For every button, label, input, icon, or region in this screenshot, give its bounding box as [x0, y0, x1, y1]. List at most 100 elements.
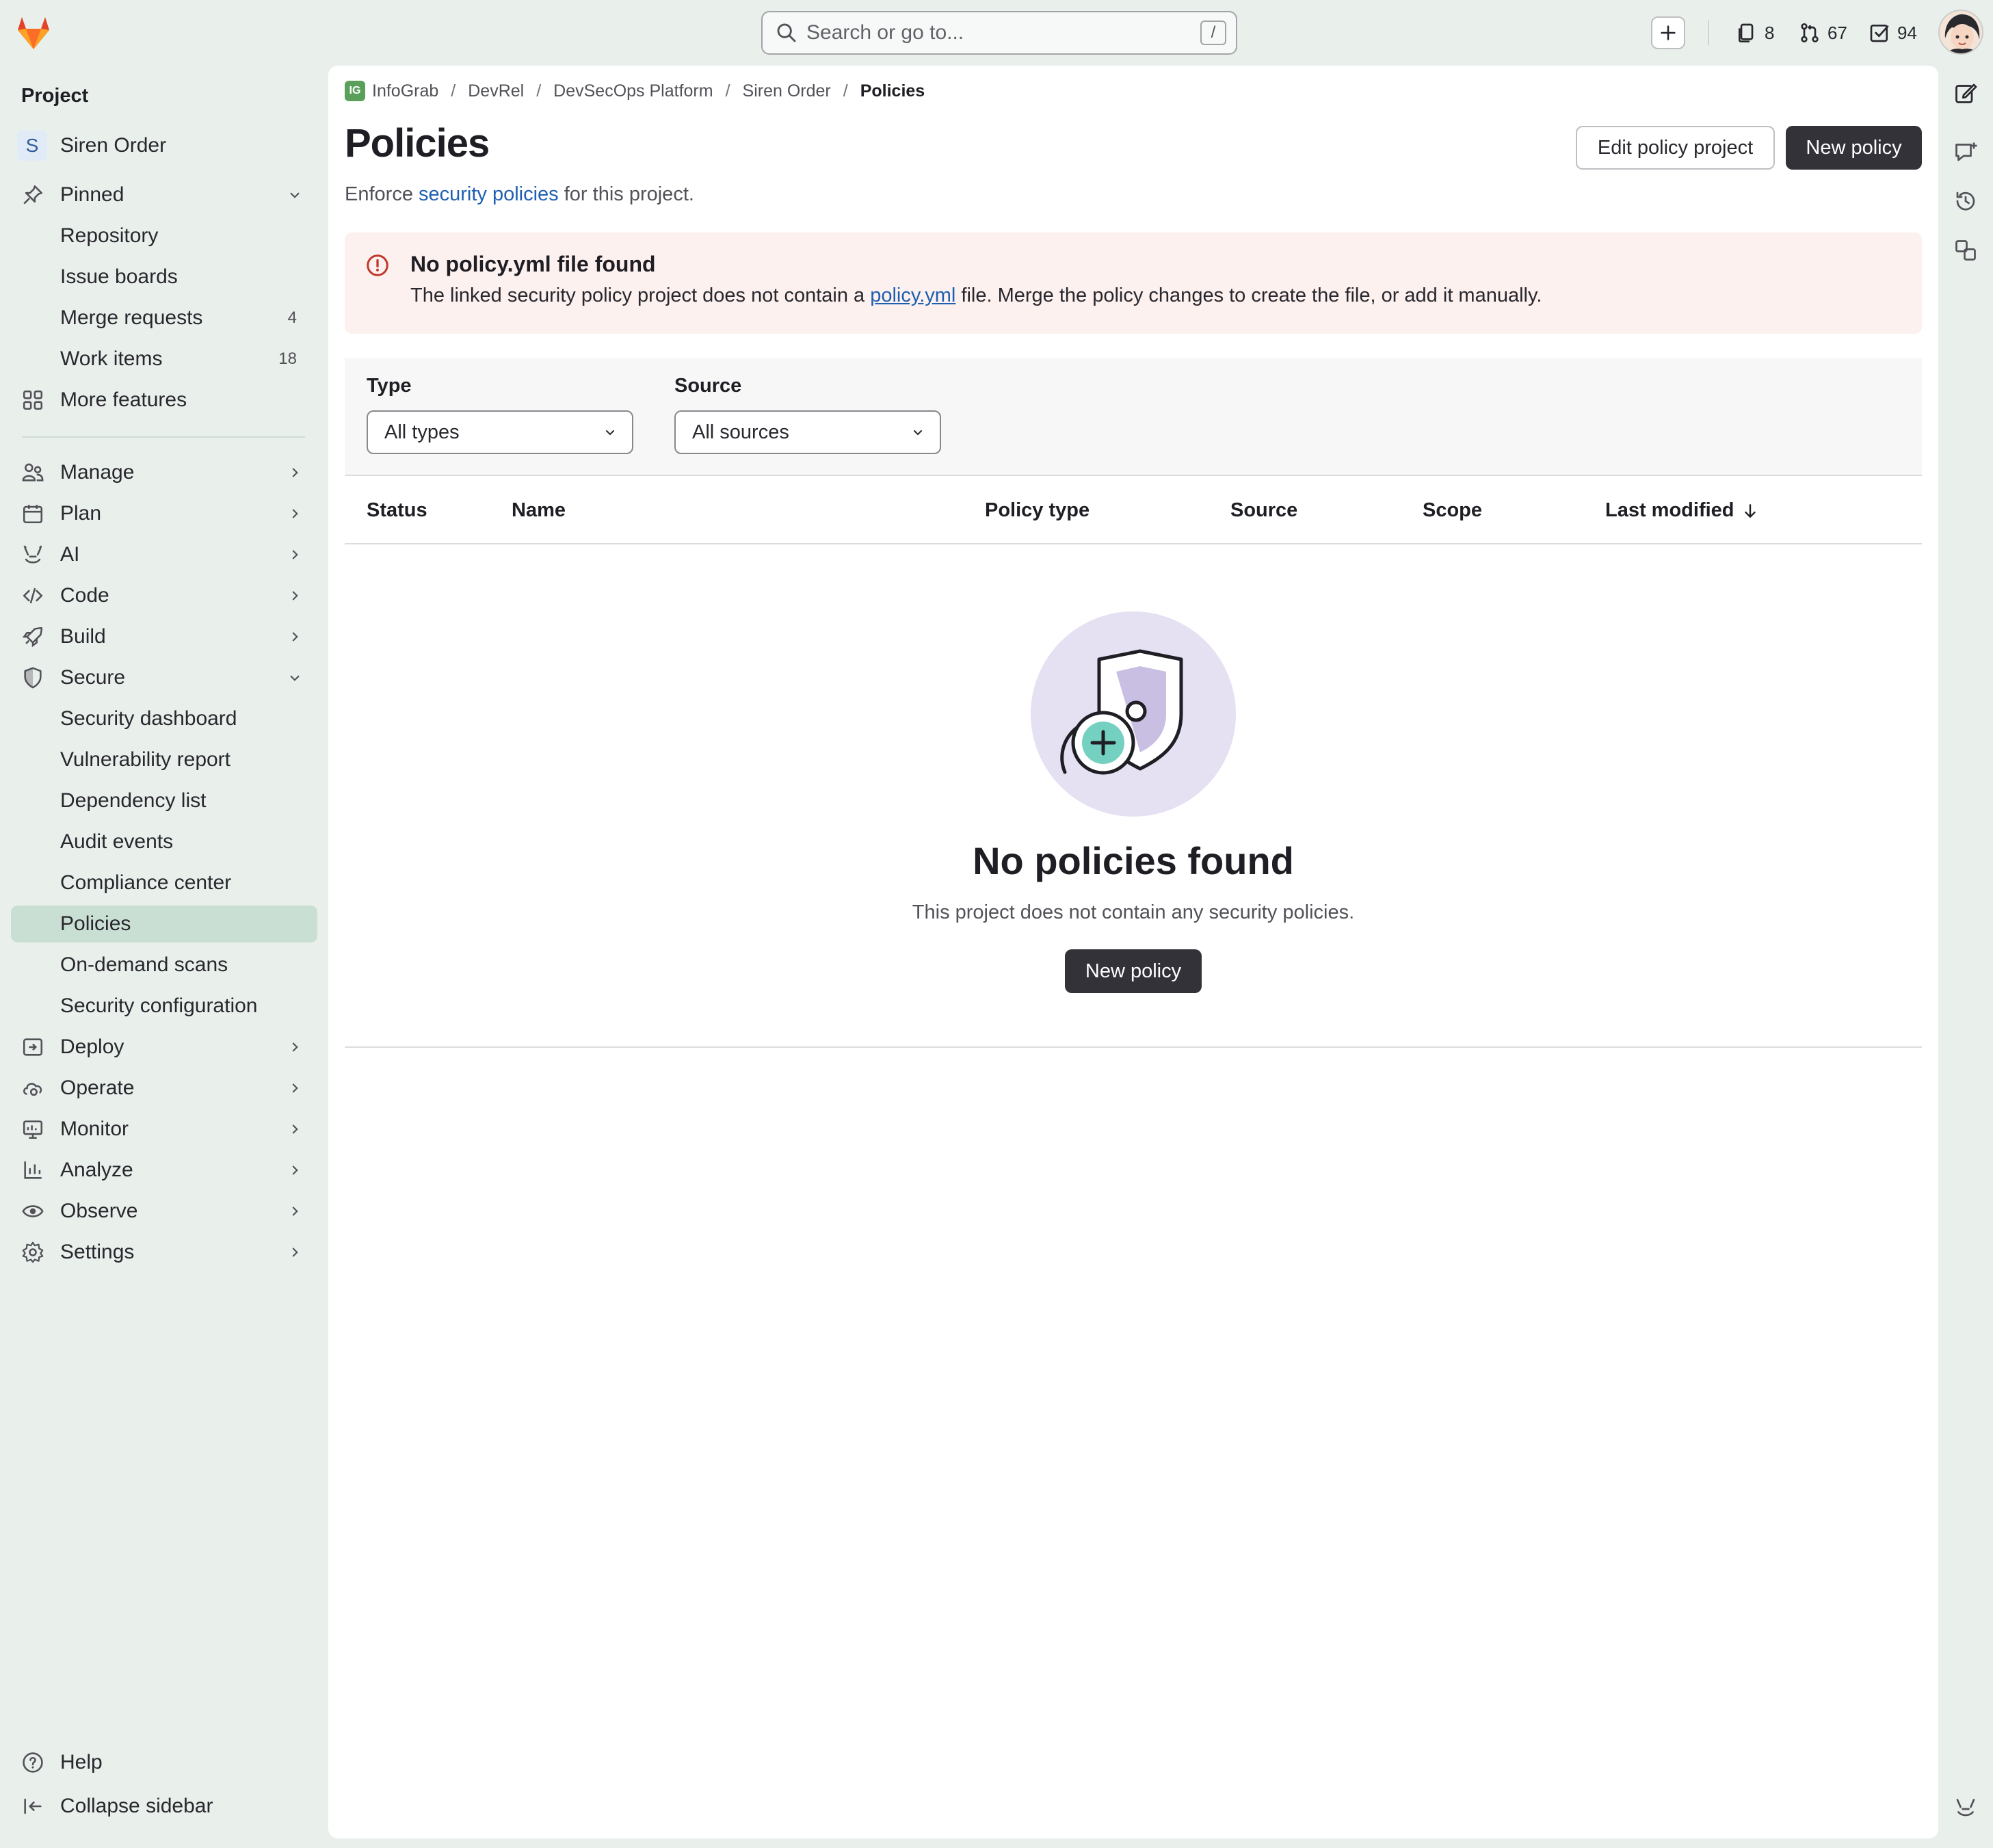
sort-descending-icon [1744, 503, 1756, 518]
sidebar-item-label: Merge requests [60, 306, 203, 329]
column-header-scope: Scope [1423, 499, 1483, 521]
shield-illustration-icon [1031, 611, 1236, 817]
chevron-right-icon [292, 468, 298, 477]
sidebar-section-observe[interactable]: Observe [11, 1193, 317, 1230]
deploy-icon [23, 1038, 43, 1056]
column-header-last-modified[interactable]: Last modified [1605, 499, 1759, 522]
duo-chat-icon[interactable] [1953, 1795, 1978, 1819]
sidebar-item-label: Policies [60, 912, 131, 935]
security-policies-link[interactable]: security policies [419, 183, 559, 205]
sidebar-item-issue-boards[interactable]: Issue boards [11, 259, 317, 295]
sidebar-section-label: Monitor [60, 1118, 129, 1140]
sidebar-item-policies[interactable]: Policies [11, 906, 317, 942]
sidebar-section-build[interactable]: Build [11, 618, 317, 655]
gitlab-logo-icon[interactable] [15, 15, 52, 51]
chevron-right-icon [292, 1042, 298, 1052]
policy-filters: Type All types Source All sources [345, 358, 1922, 476]
sidebar-item-repository[interactable]: Repository [11, 217, 317, 254]
sidebar-section-operate[interactable]: Operate [11, 1070, 317, 1107]
policies-table-header: Status Name Policy type Source Scope Las… [345, 477, 1922, 544]
sidebar-section-settings[interactable]: Settings [11, 1234, 317, 1271]
sidebar-section-label: Build [60, 625, 106, 648]
chevron-right-icon [292, 1083, 298, 1093]
sidebar-item-security-configuration[interactable]: Security configuration [11, 988, 317, 1025]
column-header-name: Name [512, 499, 566, 521]
search-icon [777, 23, 796, 42]
user-avatar[interactable] [1938, 10, 1983, 55]
work-items-badge: 18 [278, 349, 297, 368]
snippet-icon[interactable] [1953, 238, 1978, 263]
search-placeholder: Search or go to... [806, 21, 964, 44]
sidebar-item-on-demand-scans[interactable]: On-demand scans [11, 947, 317, 984]
breadcrumb-item[interactable]: DevRel [468, 81, 524, 101]
breadcrumb-item[interactable]: DevSecOps Platform [553, 81, 713, 101]
sidebar-item-vulnerability-report[interactable]: Vulnerability report [11, 741, 317, 778]
merge-requests-counter[interactable]: 67 [1799, 19, 1847, 47]
breadcrumb: IG InfoGrab / DevRel / DevSecOps Platfor… [345, 81, 925, 101]
todos-count: 94 [1897, 22, 1917, 43]
sidebar-item-merge-requests[interactable]: Merge requests 4 [11, 300, 317, 336]
column-header-label: Last modified [1605, 499, 1734, 521]
edit-icon[interactable] [1953, 81, 1978, 105]
sidebar-section-manage[interactable]: Manage [11, 454, 317, 491]
source-filter-value: All sources [692, 421, 789, 443]
chevron-right-icon [292, 1124, 298, 1134]
sidebar-item-audit-events[interactable]: Audit events [11, 823, 317, 860]
sidebar-section-secure[interactable]: Secure [11, 659, 317, 696]
sidebar-item-more-features[interactable]: More features [11, 382, 317, 419]
breadcrumb-item[interactable]: Siren Order [743, 81, 831, 101]
sidebar-section-plan[interactable]: Plan [11, 495, 317, 532]
todos-counter[interactable]: 94 [1869, 19, 1917, 47]
merge-requests-count: 67 [1827, 22, 1847, 43]
create-new-button[interactable] [1651, 16, 1685, 49]
page-description-prefix: Enforce [345, 183, 419, 205]
sidebar-item-work-items[interactable]: Work items 18 [11, 341, 317, 378]
search-input[interactable]: Search or go to... / [761, 11, 1237, 55]
breadcrumb-item[interactable]: InfoGrab [372, 81, 438, 101]
empty-state-illustration [1031, 611, 1236, 817]
sidebar-section-analyze[interactable]: Analyze [11, 1152, 317, 1189]
sidebar-section-code[interactable]: Code [11, 577, 317, 614]
policy-yml-link[interactable]: policy.yml [870, 285, 955, 306]
breadcrumb-current[interactable]: Policies [860, 81, 925, 101]
history-icon[interactable] [1953, 189, 1978, 213]
sidebar-item-label: On-demand scans [60, 953, 228, 976]
main-content: IG InfoGrab / DevRel / DevSecOps Platfor… [328, 66, 1938, 1838]
new-policy-button[interactable]: New policy [1786, 126, 1922, 170]
collapse-sidebar-button[interactable]: Collapse sidebar [11, 1788, 317, 1825]
sidebar-section-label: AI [60, 543, 80, 566]
issues-icon [1739, 23, 1754, 42]
sidebar-section-label: Operate [60, 1077, 135, 1099]
empty-state-new-policy-button[interactable]: New policy [1065, 949, 1202, 993]
issues-counter[interactable]: 8 [1736, 19, 1774, 47]
type-filter-dropdown[interactable]: All types [367, 410, 633, 454]
type-filter-value: All types [384, 421, 460, 443]
sidebar-item-dependency-list[interactable]: Dependency list [11, 782, 317, 819]
sidebar-section-deploy[interactable]: Deploy [11, 1029, 317, 1066]
chevron-right-icon [292, 509, 298, 518]
alert-title: No policy.yml file found [410, 252, 656, 276]
monitor-icon [23, 1120, 43, 1139]
sidebar-section-monitor[interactable]: Monitor [11, 1111, 317, 1148]
sidebar-project-link[interactable]: S Siren Order [11, 127, 317, 164]
alert-body: The linked security policy project does … [410, 285, 1542, 307]
gear-icon [22, 1241, 44, 1263]
sidebar-context-heading: Project [21, 85, 89, 107]
sidebar-section-ai[interactable]: AI [11, 536, 317, 573]
merge-request-icon [1801, 23, 1819, 42]
sidebar-item-label: Help [60, 1751, 103, 1773]
chevron-right-icon [292, 550, 298, 559]
edit-policy-project-button[interactable]: Edit policy project [1576, 126, 1775, 170]
calendar-icon [23, 505, 43, 524]
chevron-right-icon [292, 632, 298, 642]
sidebar-item-compliance-center[interactable]: Compliance center [11, 864, 317, 901]
comment-add-icon[interactable] [1953, 140, 1978, 164]
sidebar-item-security-dashboard[interactable]: Security dashboard [11, 700, 317, 737]
sidebar-section-label: Code [60, 584, 109, 607]
source-filter-dropdown[interactable]: All sources [674, 410, 941, 454]
sidebar-section-pinned[interactable]: Pinned [11, 176, 317, 213]
chevron-down-icon [914, 430, 922, 436]
chevron-down-icon [290, 192, 300, 198]
sidebar-help-button[interactable]: Help [11, 1744, 317, 1781]
sidebar-item-label: More features [60, 388, 187, 411]
